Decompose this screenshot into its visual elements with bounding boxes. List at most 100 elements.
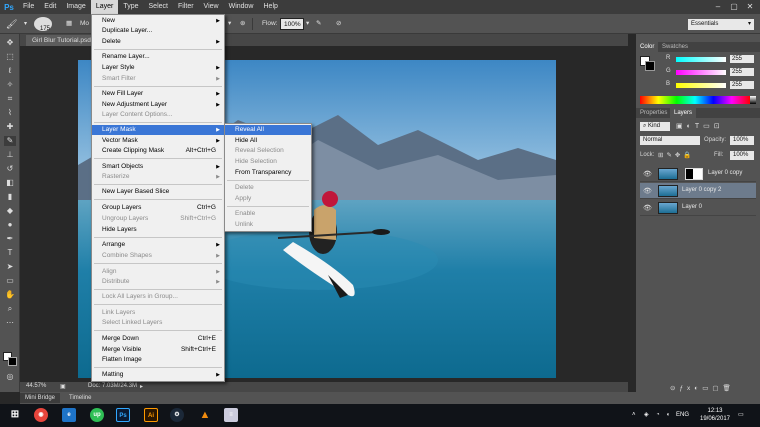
zoom-level[interactable]: 44.57% [26,383,46,389]
windows-start-icon[interactable]: ⊞ [8,408,22,422]
menu-select[interactable]: Select [144,0,173,14]
eye-icon[interactable]: 👁 [643,204,652,212]
tablet-size-icon[interactable]: ⊘ [336,18,341,30]
menu-item-align[interactable]: Align ▶ [92,267,224,277]
menu-item-new-fill-layer[interactable]: New Fill Layer ▶ [92,89,224,99]
shape-tool-icon[interactable]: ▭ [4,276,16,286]
menu-image[interactable]: Image [61,0,90,14]
menu-item-merge-visible[interactable]: Merge Visible Shift+Ctrl+E [92,345,224,355]
upwork-icon[interactable]: up [90,408,104,422]
chrome-icon[interactable]: ◉ [34,408,48,422]
zoom-tool-icon[interactable]: ⌕ [4,304,16,314]
more-tools-icon[interactable]: ⋯ [4,318,16,328]
menu-item-flatten-image[interactable]: Flatten Image [92,355,224,365]
menu-item-vector-mask[interactable]: Vector Mask ▶ [92,136,224,146]
menu-type[interactable]: Type [118,0,143,14]
menu-edit[interactable]: Edit [39,0,61,14]
gradient-tool-icon[interactable]: ▮ [4,192,16,202]
menu-filter[interactable]: Filter [173,0,199,14]
crop-tool-icon[interactable]: ⌗ [4,94,16,104]
tray-app-icon[interactable]: ◈ [644,404,649,427]
workspace-select[interactable]: Essentials ▾ [688,19,754,30]
menu-item-matting[interactable]: Matting ▶ [92,370,224,380]
menu-item-rename-layer[interactable]: Rename Layer... [92,52,224,62]
brush-tool-icon[interactable]: ✎ [4,136,16,146]
menu-window[interactable]: Window [224,0,259,14]
photoshop-taskbar-icon[interactable]: Ps [116,408,130,422]
menu-item-new-layer-based-slice[interactable]: New Layer Based Slice [92,187,224,197]
menu-item-group-layers[interactable]: Group Layers Ctrl+G [92,203,224,213]
menu-item-distribute[interactable]: Distribute ▶ [92,277,224,287]
layer-filter-icons[interactable]: ▣◐T▭⊡ [676,122,724,130]
menu-item-merge-down[interactable]: Merge Down Ctrl+E [92,334,224,344]
edge-icon[interactable]: e [62,408,76,422]
menu-item-mask-apply[interactable]: Apply [225,194,311,204]
layer-mask-thumbnail[interactable] [685,168,703,180]
blur-tool-icon[interactable]: ◆ [4,206,16,216]
menu-item-layer-content-options[interactable]: Layer Content Options... [92,110,224,120]
chevron-down-icon[interactable]: ▾ [306,18,309,30]
type-tool-icon[interactable]: T [4,248,16,258]
notepad-icon[interactable]: ≡ [224,408,238,422]
blend-mode-select[interactable]: Normal [640,136,700,145]
marquee-tool-icon[interactable]: ⬚ [4,52,16,62]
menu-file[interactable]: File [18,0,39,14]
tab-color[interactable]: Color [636,42,659,52]
menu-item-hide-all[interactable]: Hide All [225,136,311,146]
volume-icon[interactable]: ◖ [666,404,670,427]
tab-layers[interactable]: Layers [670,108,697,118]
green-value[interactable]: 255 [730,68,754,76]
menu-item-reveal-all[interactable]: Reveal All [225,125,311,135]
lock-icons[interactable]: ⊞✎✥🔒 [658,151,694,159]
layer-filter-select[interactable]: ⌕ Kind [640,122,670,131]
menu-item-arrange[interactable]: Arrange ▶ [92,240,224,250]
clock[interactable]: 12:13 19/06/2017 [698,407,732,423]
menu-item-rasterize[interactable]: Rasterize ▶ [92,172,224,182]
chevron-down-icon[interactable]: ▾ [24,18,27,30]
blue-slider[interactable]: B 255 [666,81,760,90]
chevron-right-icon[interactable]: ▸ [140,383,143,390]
show-hidden-icons-icon[interactable]: ˄ [632,404,636,427]
healing-brush-tool-icon[interactable]: ✚ [4,122,16,132]
eye-icon[interactable]: 👁 [643,170,652,178]
network-icon[interactable]: ◔ [656,404,660,427]
opacity-field[interactable]: 100% [730,136,754,145]
fill-field[interactable]: 100% [730,151,754,160]
menu-item-smart-objects[interactable]: Smart Objects ▶ [92,162,224,172]
eyedropper-tool-icon[interactable]: ⌇ [4,108,16,118]
menu-item-layer-style[interactable]: Layer Style ▶ [92,63,224,73]
tab-timeline[interactable]: Timeline [64,393,96,403]
layer-row[interactable]: 👁 Layer 0 copy 2 [640,183,756,199]
menu-item-smart-filter[interactable]: Smart Filter ▶ [92,74,224,84]
menu-help[interactable]: Help [259,0,283,14]
blue-value[interactable]: 255 [730,81,754,89]
chevron-down-icon[interactable]: ▾ [228,18,231,30]
tab-swatches[interactable]: Swatches [658,42,692,52]
layer-row[interactable]: 👁 Layer 0 [640,200,756,216]
quick-mask-icon[interactable]: ◎ [4,372,16,382]
green-slider-bar[interactable] [676,70,726,75]
color-spectrum[interactable] [640,96,750,104]
quick-select-tool-icon[interactable]: ✧ [4,80,16,90]
menu-item-ungroup-layers[interactable]: Ungroup Layers Shift+Ctrl+G [92,214,224,224]
eye-icon[interactable]: 👁 [643,187,652,195]
menu-item-delete[interactable]: Delete ▶ [92,37,224,47]
menu-item-reveal-selection[interactable]: Reveal Selection [225,146,311,156]
menu-item-link-layers[interactable]: Link Layers [92,308,224,318]
lasso-tool-icon[interactable]: ℓ [4,66,16,76]
menu-item-hide-layers[interactable]: Hide Layers [92,225,224,235]
menu-item-combine-shapes[interactable]: Combine Shapes ▶ [92,251,224,261]
flow-field[interactable]: 100% [280,18,304,30]
dodge-tool-icon[interactable]: ● [4,220,16,230]
minimize-icon[interactable]: – [710,0,726,14]
pen-tool-icon[interactable]: ✒ [4,234,16,244]
menu-item-layer-mask[interactable]: Layer Mask ▶ [92,125,224,135]
menu-item-from-transparency[interactable]: From Transparency [225,168,311,178]
hand-tool-icon[interactable]: ✋ [4,290,16,300]
red-slider-bar[interactable] [676,57,726,62]
red-value[interactable]: 255 [730,55,754,63]
grayscale-ramp[interactable] [750,96,756,104]
menu-item-create-clipping-mask[interactable]: Create Clipping Mask Alt+Ctrl+G [92,146,224,156]
steam-icon[interactable]: ⚙ [170,408,184,422]
keyboard-language[interactable]: ENG [676,404,689,427]
